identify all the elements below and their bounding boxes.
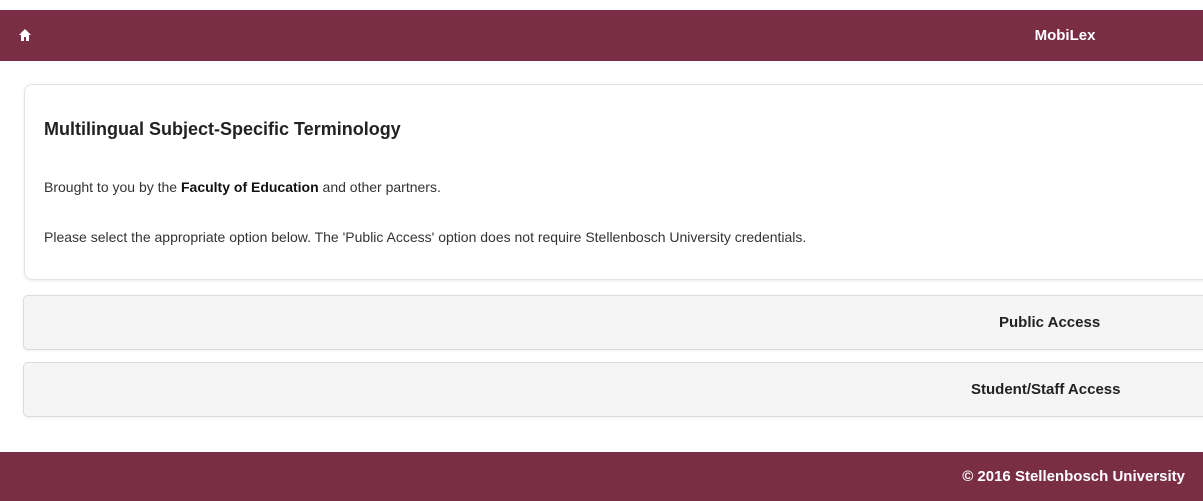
intro-credit-text: Brought to you by the Faculty of Educati… <box>44 179 441 195</box>
faculty-name: Faculty of Education <box>180 179 319 195</box>
intro-card: Multilingual Subject-Specific Terminolog… <box>24 84 1203 280</box>
home-button[interactable] <box>14 24 36 46</box>
public-access-label: Public Access <box>999 314 1101 331</box>
credit-prefix: Brought to you by the <box>44 179 181 195</box>
home-icon <box>19 29 31 41</box>
instruction-text: Please select the appropriate option bel… <box>44 229 807 245</box>
credit-suffix: and other partners. <box>318 179 441 195</box>
public-access-button[interactable]: Public Access <box>23 295 1203 350</box>
header-bar: MobiLex <box>0 10 1203 61</box>
student-staff-access-label: Student/Staff Access <box>971 381 1121 398</box>
app-title: MobiLex <box>1034 27 1096 44</box>
student-staff-access-button[interactable]: Student/Staff Access <box>23 362 1203 417</box>
copyright-text: © 2016 Stellenbosch University <box>962 468 1185 485</box>
footer-bar: © 2016 Stellenbosch University <box>0 452 1203 501</box>
page-heading: Multilingual Subject-Specific Terminolog… <box>44 119 401 139</box>
